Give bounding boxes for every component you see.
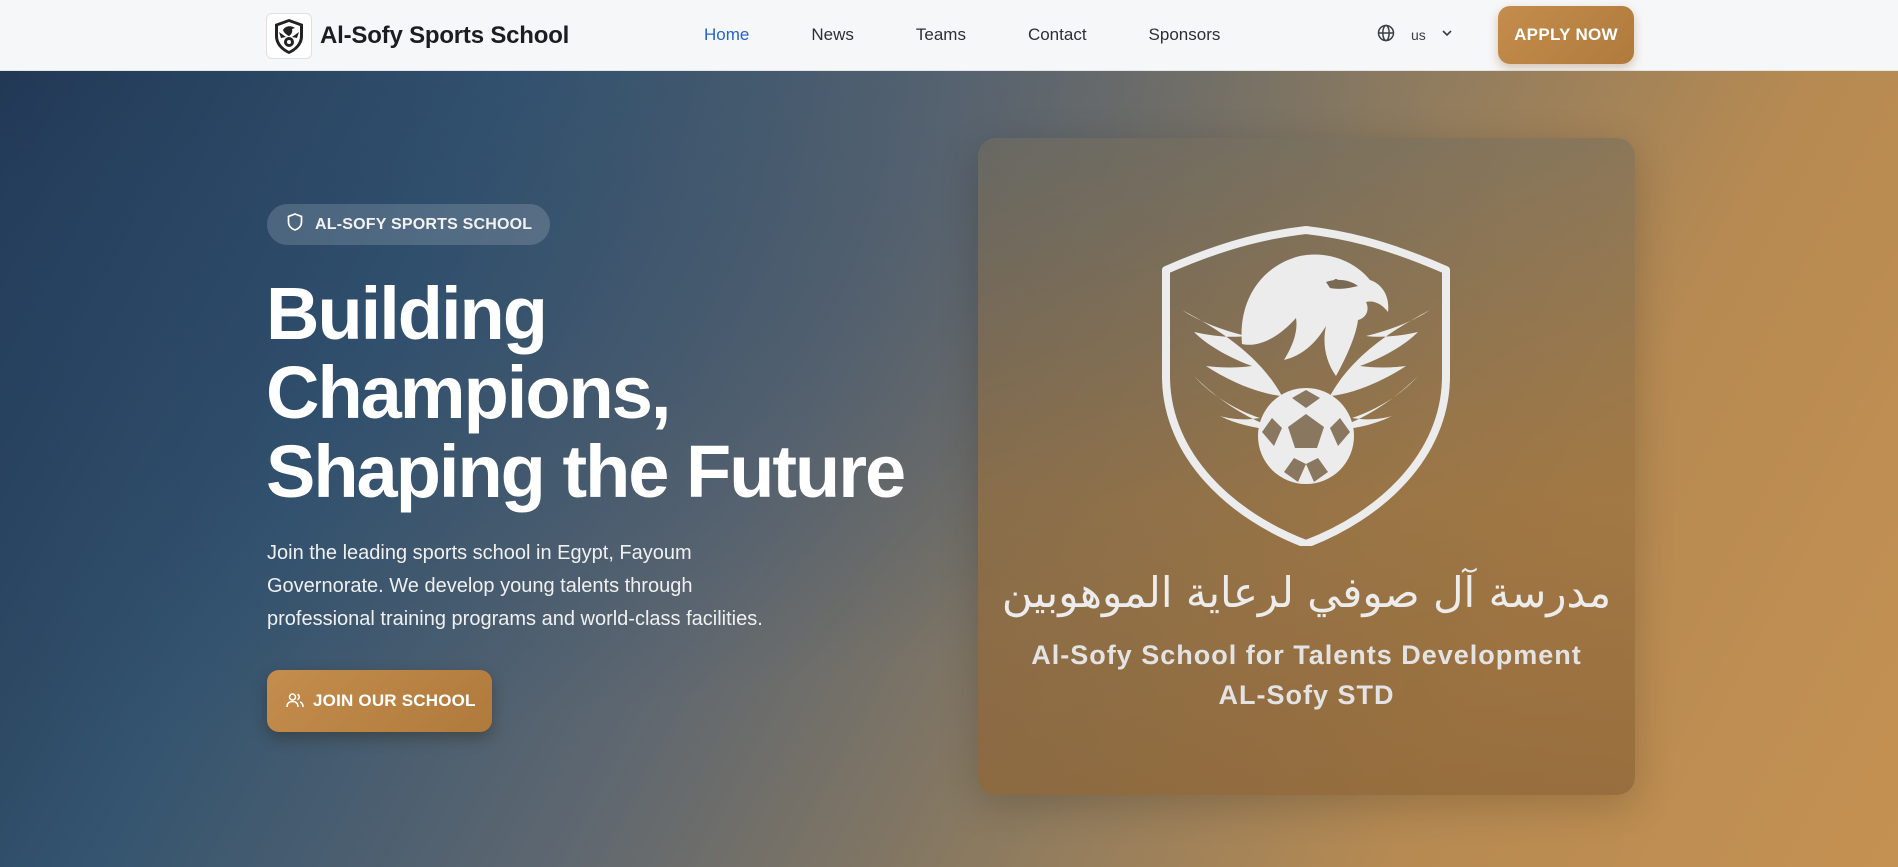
hero-badge-label: AL-SOFY SPORTS SCHOOL	[315, 215, 533, 233]
school-name-arabic: مدرسة آل صوفي لرعاية الموهوبين	[1001, 568, 1612, 617]
headline-line: Shaping the Future	[266, 430, 906, 513]
headline-line: Building	[266, 272, 548, 355]
school-identity-card: مدرسة آل صوفي لرعاية الموهوبين Al-Sofy S…	[978, 138, 1635, 795]
brand-logo-icon	[266, 13, 312, 59]
join-our-school-button[interactable]: JOIN OUR SCHOOL	[267, 670, 492, 732]
brand-name: Al-Sofy Sports School	[320, 22, 570, 49]
school-name-english: Al-Sofy School for Talents Development	[1031, 640, 1582, 670]
nav-link-news[interactable]: News	[811, 25, 854, 45]
hero-headline: Building Champions, Shaping the Future	[266, 274, 966, 511]
top-navbar: Al-Sofy Sports School Home News Teams Co…	[0, 0, 1898, 71]
eagle-football-crest-icon	[1162, 226, 1450, 546]
main-nav: Home News Teams Contact Sponsors	[704, 0, 1282, 70]
globe-icon	[1377, 24, 1395, 47]
hero-badge: AL-SOFY SPORTS SCHOOL	[267, 204, 550, 245]
nav-link-teams[interactable]: Teams	[916, 25, 966, 45]
join-button-label: JOIN OUR SCHOOL	[313, 691, 476, 710]
hero-description: Join the leading sports school in Egypt,…	[267, 537, 857, 636]
language-selector[interactable]: us	[1377, 22, 1454, 48]
hero-section: AL-SOFY SPORTS SCHOOL Building Champions…	[0, 71, 1898, 867]
nav-link-sponsors[interactable]: Sponsors	[1149, 25, 1221, 45]
shield-icon	[285, 212, 305, 237]
headline-line: Champions,	[266, 351, 671, 434]
nav-link-home[interactable]: Home	[704, 25, 749, 45]
description-line: Join the leading sports school in Egypt,…	[267, 542, 692, 564]
nav-link-contact[interactable]: Contact	[1028, 25, 1087, 45]
language-code: us	[1411, 27, 1426, 43]
users-icon	[285, 690, 305, 713]
description-line: professional training programs and world…	[267, 608, 763, 630]
brand[interactable]: Al-Sofy Sports School	[266, 13, 569, 59]
apply-now-button[interactable]: APPLY NOW	[1498, 6, 1634, 64]
chevron-down-icon	[1440, 26, 1454, 45]
description-line: Governorate. We develop young talents th…	[267, 575, 693, 597]
school-short-name: AL-Sofy STD	[1218, 680, 1395, 710]
